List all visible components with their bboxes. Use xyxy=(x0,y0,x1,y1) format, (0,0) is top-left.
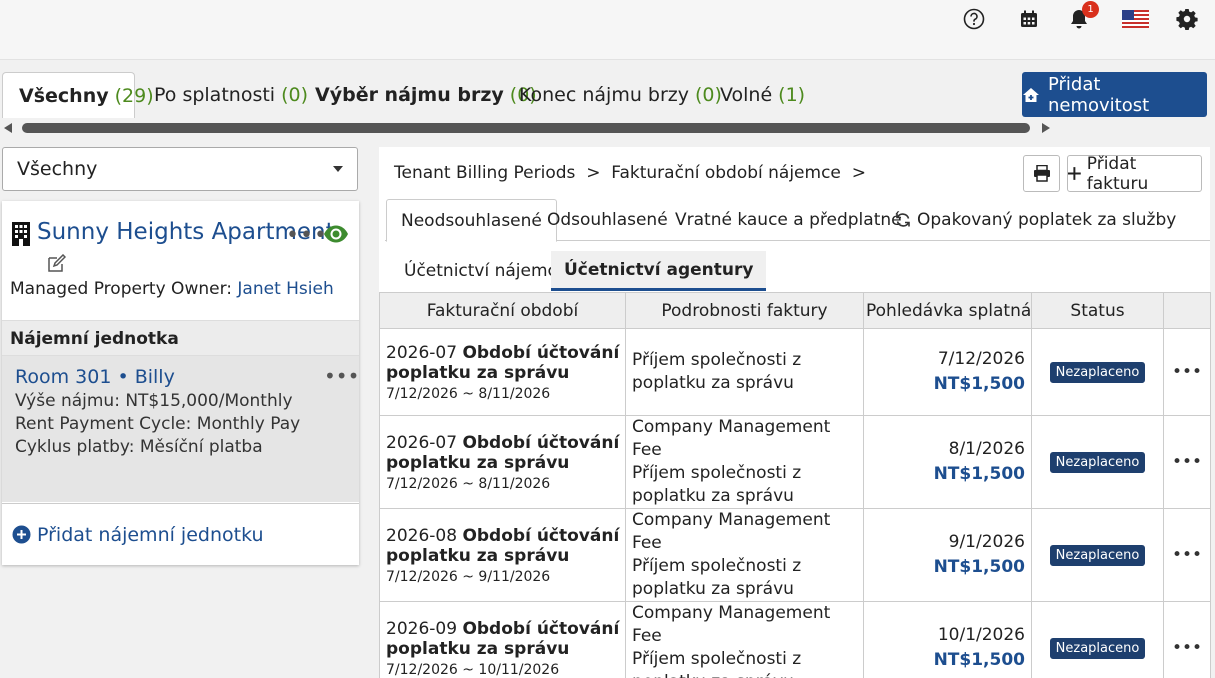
tab-deposits-prepayments[interactable]: Vratné kauce a předplatné xyxy=(661,199,916,241)
billing-period-cell: 2026-08 Období účtování poplatku za správ… xyxy=(379,508,626,602)
column-header[interactable]: Status xyxy=(1031,292,1164,329)
status-badge: Nezaplaceno xyxy=(1049,545,1146,566)
invoice-detail-cell: Company Management Fee Příjem společnosti… xyxy=(625,601,864,678)
tab-agency-accounting[interactable]: Účetnictví agentury xyxy=(551,251,767,291)
tabs-scrollbar[interactable] xyxy=(0,120,1060,136)
billing-period-cell: 2026-09 Období účtování poplatku za správ… xyxy=(379,601,626,678)
column-header[interactable]: Fakturační období xyxy=(379,292,626,329)
tab-overdue[interactable]: Po splatnosti (0) xyxy=(138,72,324,118)
property-filter-tabs: Všechny (29) Po splatnosti (0) Výběr nájmu… xyxy=(0,72,1010,118)
scroll-left-icon[interactable] xyxy=(4,123,12,133)
refresh-icon xyxy=(896,213,910,227)
table-row[interactable]: 2026-07 Období účtování poplatku za správ… xyxy=(379,328,1211,416)
status-badge: Nezaplaceno xyxy=(1049,452,1146,473)
property-owner: Managed Property Owner: Janet Hsieh xyxy=(10,279,334,299)
owner-name-link[interactable]: Janet Hsieh xyxy=(237,279,333,299)
status-cell: Nezaplaceno xyxy=(1031,415,1164,509)
breadcrumb: Tenant Billing Periods > Fakturační obdo… xyxy=(394,163,866,183)
amount-link[interactable]: NT$1,500 xyxy=(870,462,1025,487)
tab-reconciled[interactable]: Odsouhlasené xyxy=(533,199,682,241)
breadcrumb-item-fakturacni[interactable]: Fakturační období nájemce xyxy=(611,163,841,183)
unit-item[interactable]: Room 301 • Billy ••• Výše nájmu: NT$15,0… xyxy=(2,356,359,502)
status-badge: Nezaplaceno xyxy=(1049,638,1146,659)
building-icon xyxy=(12,222,30,246)
unit-cycle-cs: Cyklus platby: Měsíční platba xyxy=(15,437,263,457)
add-invoice-button[interactable]: Přidat fakturu xyxy=(1067,154,1202,194)
tab-vacant[interactable]: Volné (1) xyxy=(704,72,821,118)
plus-icon xyxy=(1068,167,1081,180)
status-cell: Nezaplaceno xyxy=(1031,601,1164,678)
us-flag-icon[interactable] xyxy=(1120,6,1150,32)
breadcrumb-item-tenant-billing[interactable]: Tenant Billing Periods xyxy=(394,163,575,183)
help-icon[interactable] xyxy=(961,6,987,32)
bell-icon[interactable]: 1 xyxy=(1066,1,1099,32)
due-date-cell: 9/1/2026 NT$1,500 xyxy=(863,508,1032,602)
billing-period-cell: 2026-07 Období účtování poplatku za správ… xyxy=(379,328,626,416)
property-filter-select[interactable]: Všechny xyxy=(2,147,358,191)
table-row[interactable]: 2026-09 Období účtování poplatku za správ… xyxy=(379,601,1211,678)
due-date-cell: 10/1/2026 NT$1,500 xyxy=(863,601,1032,678)
add-unit-button[interactable]: Přidat nájemní jednotku xyxy=(2,503,359,565)
reconciliation-tabs: Neodsouhlasené Odsouhlasené Vratné kauce… xyxy=(385,199,1210,242)
calendar-icon[interactable] xyxy=(1016,6,1042,32)
unit-rent: Výše nájmu: NT$15,000/Monthly xyxy=(15,391,293,411)
edit-icon[interactable] xyxy=(46,254,66,274)
house-plus-icon xyxy=(1022,87,1039,102)
scrollbar-thumb[interactable] xyxy=(22,123,1030,133)
table-row[interactable]: 2026-07 Období účtování poplatku za správ… xyxy=(379,415,1211,509)
eye-icon[interactable] xyxy=(323,224,349,244)
invoice-detail-cell: Company Management Fee Příjem společnosti… xyxy=(625,508,864,602)
status-cell: Nezaplaceno xyxy=(1031,508,1164,602)
status-badge: Nezaplaceno xyxy=(1049,362,1146,383)
amount-link[interactable]: NT$1,500 xyxy=(870,372,1025,397)
property-more-icon[interactable]: ••• xyxy=(286,223,328,248)
add-property-button[interactable]: Přidat nemovitost xyxy=(1022,72,1207,117)
tab-all[interactable]: Všechny (29) xyxy=(2,72,154,118)
due-date-cell: 8/1/2026 NT$1,500 xyxy=(863,415,1032,509)
column-header[interactable]: Pohledávka splatná dne xyxy=(863,292,1032,329)
row-more-icon[interactable]: ••• xyxy=(1163,601,1211,678)
scroll-right-icon[interactable] xyxy=(1042,123,1050,133)
property-header: Sunny Heights Apartment ••• Managed Prop… xyxy=(2,201,359,320)
tab-recurring-fee[interactable]: Opakovaný poplatek za služby xyxy=(881,199,1190,241)
billing-period-cell: 2026-07 Období účtování poplatku za správ… xyxy=(379,415,626,509)
billing-panel: Tenant Billing Periods > Fakturační obdo… xyxy=(379,147,1211,678)
table-row[interactable]: 2026-08 Období účtování poplatku za správ… xyxy=(379,508,1211,602)
chevron-down-icon xyxy=(333,166,343,172)
due-date-cell: 7/12/2026 NT$1,500 xyxy=(863,328,1032,416)
row-more-icon[interactable]: ••• xyxy=(1163,415,1211,509)
unit-cycle-en: Rent Payment Cycle: Monthly Pay xyxy=(15,414,301,434)
unit-title-link[interactable]: Room 301 • Billy xyxy=(15,366,175,388)
row-more-icon[interactable]: ••• xyxy=(1163,508,1211,602)
gear-icon[interactable] xyxy=(1174,6,1200,32)
column-header-actions xyxy=(1163,292,1211,329)
notification-badge: 1 xyxy=(1082,1,1099,18)
invoice-detail-cell: Příjem společnosti z poplatku za správu xyxy=(625,328,864,416)
property-card: Sunny Heights Apartment ••• Managed Prop… xyxy=(2,201,359,565)
billing-table: Fakturační období Podrobnosti faktury Po… xyxy=(379,292,1211,678)
column-header[interactable]: Podrobnosti faktury xyxy=(625,292,864,329)
print-button[interactable] xyxy=(1023,155,1060,192)
invoice-detail-cell: Company Management Fee Příjem společnosti… xyxy=(625,415,864,509)
top-bar: 1 xyxy=(0,0,1215,60)
amount-link[interactable]: NT$1,500 xyxy=(870,555,1025,580)
plus-circle-icon xyxy=(12,525,31,544)
row-more-icon[interactable]: ••• xyxy=(1163,328,1211,416)
printer-icon xyxy=(1033,165,1050,182)
unit-more-icon[interactable]: ••• xyxy=(324,364,359,388)
amount-link[interactable]: NT$1,500 xyxy=(870,648,1025,673)
units-header: Nájemní jednotka xyxy=(2,320,359,356)
table-header-row: Fakturační období Podrobnosti faktury Po… xyxy=(379,292,1211,329)
tab-unreconciled[interactable]: Neodsouhlasené xyxy=(386,199,557,242)
status-cell: Nezaplaceno xyxy=(1031,328,1164,416)
tab-lease-ending-soon[interactable]: Konec nájmu brzy (0) xyxy=(503,72,738,118)
